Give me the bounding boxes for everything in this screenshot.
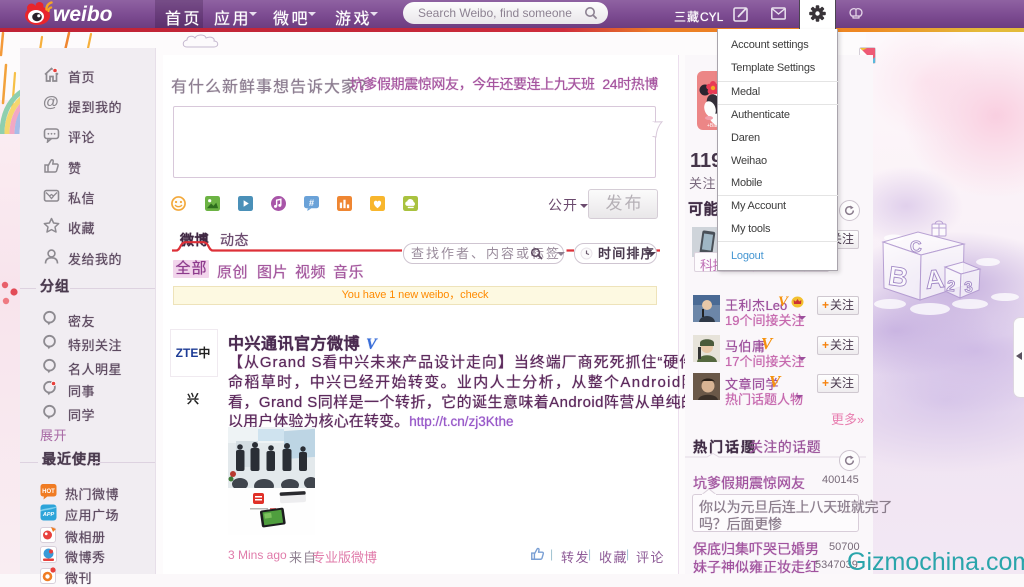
svg-text:HOT: HOT xyxy=(42,489,55,495)
svg-text:2: 2 xyxy=(946,278,956,296)
svg-text:3: 3 xyxy=(964,279,974,297)
svg-text:#: # xyxy=(309,198,315,208)
svg-text:A: A xyxy=(924,263,946,295)
svg-text:C: C xyxy=(910,239,923,257)
svg-text:B: B xyxy=(887,261,910,293)
svg-text:APP: APP xyxy=(42,512,55,518)
svg-text:weibo: weibo xyxy=(53,3,113,26)
